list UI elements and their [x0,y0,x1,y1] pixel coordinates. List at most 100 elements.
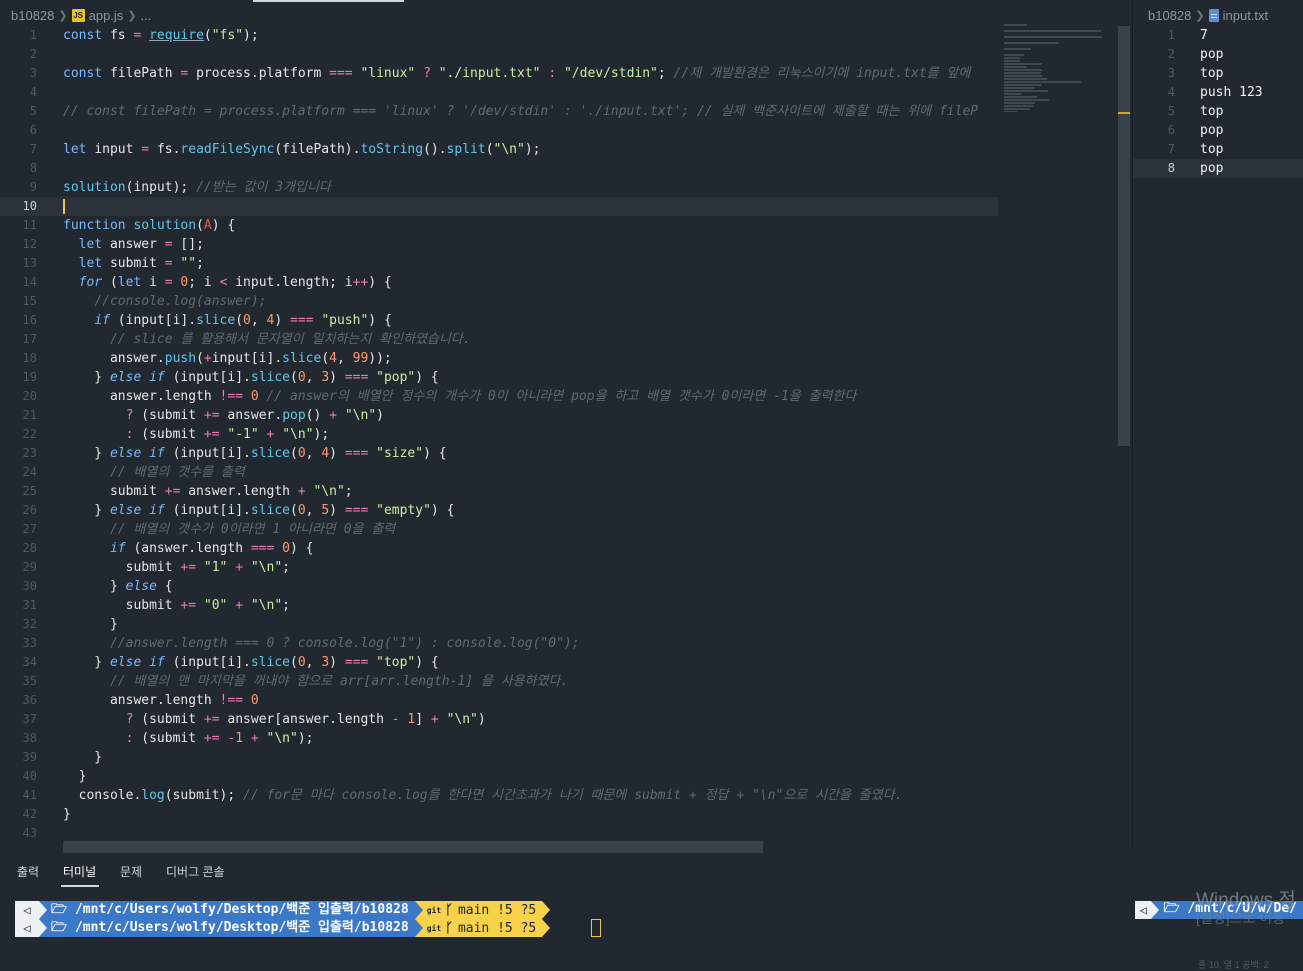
code-line[interactable]: 7 let input = fs.readFileSync(filePath).t… [0,140,998,159]
code-line[interactable]: 19 } else if (input[i].slice(0, 3) === "… [0,368,998,387]
code-line[interactable]: 23 } else if (input[i].slice(0, 4) === "… [0,444,998,463]
code-line[interactable]: 11 function solution(A) { [0,216,998,235]
tab-output[interactable]: 출력 [17,863,39,880]
code-text: } else if (input[i].slice(0, 3) === "top… [63,655,439,670]
text-line[interactable]: 4 push 123 [1133,83,1303,102]
line-number: 8 [29,161,37,175]
horizontal-scrollbar[interactable] [63,841,763,853]
code-text: // 배열의 갯수를 출력 [109,465,245,480]
code-line[interactable]: 41 console.log(submit); // for문 마다 conso… [0,786,998,805]
code-line[interactable]: 27 // 배열의 갯수가 0이라면 1 아니라면 0을 출력 [0,520,998,539]
line-number: 16 [22,313,37,327]
code-line[interactable]: 15 //console.log(answer); [0,292,998,311]
code-line[interactable]: 13 let submit = ""; [0,254,998,273]
code-line[interactable]: 38 : (submit += -1 + "\n"); [0,729,998,748]
status-bar-fragment: 줄 10, 열 1 공백: 2 [1198,960,1269,970]
code-text: // slice 를 활용해서 문자열이 일치하는지 확인하였습니다. [109,332,471,347]
code-line[interactable]: 17 // slice 를 활용해서 문자열이 일치하는지 확인하였습니다. [0,330,998,349]
breadcrumb-folder[interactable]: b10828 [1148,8,1191,23]
code-line[interactable]: 16 if (input[i].slice(0, 4) === "push") … [0,311,998,330]
code-line[interactable]: 32 } [0,615,998,634]
code-line[interactable]: 8 [0,159,998,178]
code-editor-input-txt[interactable]: 1 7 2 pop 3 top 4 push 123 5 top 6 pop 7 top 8 pop [1133,26,1303,178]
code-line[interactable]: 6 [0,121,998,140]
code-line[interactable]: 40 } [0,767,998,786]
text-content: top [1200,142,1224,157]
text-line[interactable]: 2 pop [1133,45,1303,64]
code-line[interactable]: 35 // 배열의 맨 마지막을 꺼내야 함으로 arr[arr.length-… [0,672,998,691]
code-line[interactable]: 34 } else if (input[i].slice(0, 3) === "… [0,653,998,672]
breadcrumb-file[interactable]: input.txt [1223,8,1269,23]
code-text: answer.length !== 0 // answer의 배열안 정수의 개… [63,389,857,404]
line-number: 18 [22,351,37,365]
code-line[interactable]: 18 answer.push(+input[i].slice(4, 99)); [0,349,998,368]
code-line[interactable]: 25 submit += answer.length + "\n"; [0,482,998,501]
code-line[interactable]: 5 // const filePath = process.platform ==… [0,102,998,121]
code-editor-app-js[interactable]: 1 const fs = require("fs"); 2 3 const filePa… [0,26,998,846]
code-line[interactable]: 14 for (let i = 0; i < input.length; i++… [0,273,998,292]
text-line[interactable]: 17 [1133,26,1303,45]
minimap-line [1004,78,1048,80]
code-line[interactable]: 22 : (submit += "-1" + "\n"); [0,425,998,444]
minimap-line [1004,102,1035,104]
code-line[interactable]: 29 submit += "1" + "\n"; [0,558,998,577]
code-text: function solution(A) { [63,218,236,233]
text-content: pop [1200,47,1224,62]
code-text: let submit = ""; [78,256,204,271]
line-number: 24 [22,465,37,479]
code-line[interactable]: 28 if (answer.length === 0) { [0,539,998,558]
code-line[interactable]: 3 const filePath = process.platform === "… [0,64,998,83]
code-line[interactable]: 4 [0,83,998,102]
code-line[interactable]: 9 solution(input); //받는 값이 3개입니다 [0,178,998,197]
vertical-scrollbar[interactable] [1118,26,1130,446]
text-line[interactable]: 3 top [1133,64,1303,83]
minimap-line [1004,96,1038,98]
code-line[interactable]: 2 [0,45,998,64]
code-line[interactable]: 37 ? (submit += answer[answer.length - 1… [0,710,998,729]
minimap-line [1004,99,1049,101]
code-line[interactable]: 21 ? (submit += answer.pop() + "\n") [0,406,998,425]
minimap-line [1004,72,1041,74]
line-number: 8 [1167,161,1175,175]
code-line[interactable]: 31 submit += "0" + "\n"; [0,596,998,615]
line-number: 41 [22,788,37,802]
git-branch-status: main !5 ?5 [457,920,537,936]
code-line[interactable]: 24 // 배열의 갯수를 출력 [0,463,998,482]
line-number: 26 [22,503,37,517]
breadcrumb-folder[interactable]: b10828 [11,8,54,23]
breadcrumb-more[interactable]: ... [141,8,152,23]
tab-problems[interactable]: 문제 [120,863,142,880]
tab-debug-console[interactable]: 디버그 콘솔 [166,863,225,880]
javascript-file-icon: JS [71,8,85,22]
code-line[interactable]: 42} [0,805,998,824]
line-number: 14 [22,275,37,289]
terminal-cursor [591,919,601,937]
text-line[interactable]: 7 top [1133,140,1303,159]
text-line[interactable]: 6 pop [1133,121,1303,140]
code-text: solution(input); //받는 값이 3개입니다 [63,180,331,195]
line-number: 25 [22,484,37,498]
code-text: } [63,769,87,784]
breadcrumb-file[interactable]: app.js [89,8,124,23]
text-line[interactable]: 8 pop [1133,159,1303,178]
code-line[interactable]: 20 answer.length !== 0 // answer의 배열안 정수… [0,387,998,406]
code-line[interactable]: 12 let answer = []; [0,235,998,254]
code-line[interactable]: 30 } else { [0,577,998,596]
tab-terminal[interactable]: 터미널 [63,863,96,880]
git-icon: git [426,923,442,933]
code-line[interactable]: 1 const fs = require("fs"); [0,26,998,45]
line-number: 15 [22,294,37,308]
code-line[interactable]: 33 //answer.length === 0 ? console.log("… [0,634,998,653]
active-tab-underline [61,885,99,887]
minimap[interactable] [1004,24,1120,112]
code-line[interactable]: 26 } else if (input[i].slice(0, 5) === "… [0,501,998,520]
code-line[interactable]: 10 [0,197,998,216]
code-line[interactable]: 39 } [0,748,998,767]
code-line[interactable]: 36 answer.length !== 0 [0,691,998,710]
minimap-line [1004,57,1021,59]
minimap-line [1004,24,1027,26]
text-line[interactable]: 5 top [1133,102,1303,121]
line-number: 7 [1167,142,1175,156]
terminal-prompt: ◁ 🗁 /mnt/c/Users/wolfy/Desktop/백준 입출력/b1… [15,919,551,937]
minimap-line [1004,54,1024,56]
